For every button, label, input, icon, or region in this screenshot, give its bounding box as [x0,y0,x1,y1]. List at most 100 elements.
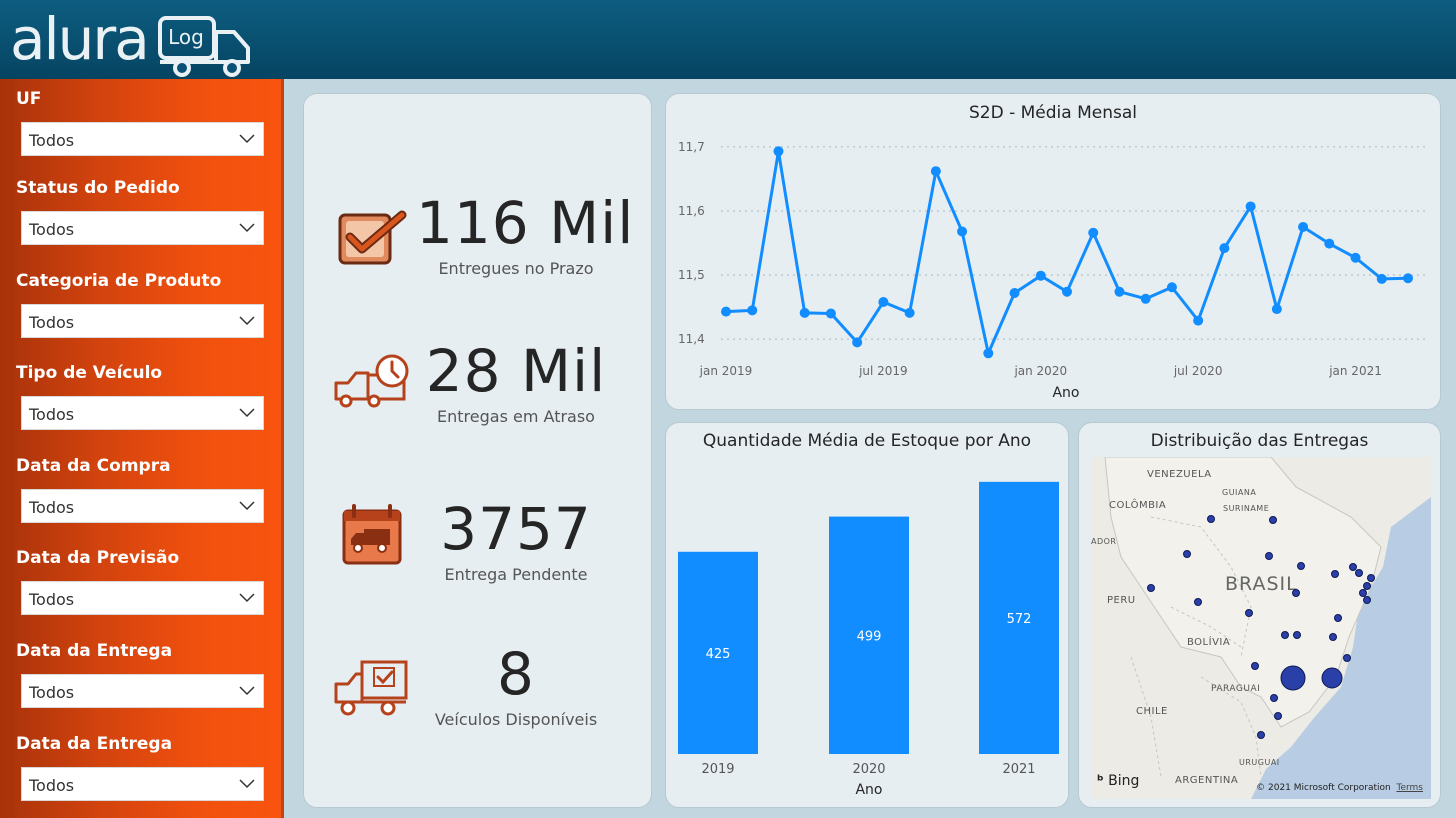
dropdown-value: Todos [29,776,75,795]
data-previsao-dropdown[interactable]: Todos [21,581,264,615]
map-bubble [1281,631,1289,639]
kpi-label: Entregas em Atraso [437,407,595,426]
kpi-value: 116 Mil [416,189,635,257]
series-line [725,149,1409,355]
data-compra-dropdown[interactable]: Todos [21,489,264,523]
x-tick-label: jul 2019 [858,364,908,378]
bing-logo: ᵇ Bing [1097,773,1139,789]
dropdown-value: Todos [29,405,75,424]
filter-label: Data da Previsão [16,548,180,568]
estoque-bar-chart-card[interactable]: Quantidade Média de Estoque por Ano 425 2… [665,422,1069,808]
map-bubble [1367,574,1375,582]
chevron-down-icon [239,686,255,696]
data-point [1114,286,1125,297]
dropdown-value: Todos [29,590,75,609]
map-bubble-large [1280,665,1306,691]
kpi-value: 28 Mil [425,337,607,405]
kpi-label: Entregues no Prazo [438,259,594,278]
data-point [1035,270,1046,281]
filter-label: Categoria de Produto [16,271,222,291]
data-point [878,296,889,307]
checkbox-icon [338,210,407,265]
data-entrega-2-dropdown[interactable]: Todos [21,767,264,801]
line-chart: 11,4 11,5 11,6 11,7 jan 2019 jul 2019 jan 2020… [678,140,1426,401]
data-point [1376,273,1387,284]
x-tick-label: jul 2020 [1173,364,1223,378]
x-tick-label: jan 2019 [699,364,753,378]
copyright-text: © 2021 Microsoft Corporation [1256,783,1391,793]
map-bubble [1297,562,1305,570]
s2d-line-chart-card[interactable]: S2D - Média Mensal 11,4 11,5 11,6 11,7 jan 2… [665,93,1441,410]
filter-label: Data da Entrega [16,641,173,661]
map-bubble [1270,694,1278,702]
y-tick-label: 11,4 [678,332,705,346]
categoria-produto-dropdown[interactable]: Todos [21,304,264,338]
y-tick-label: 11,7 [678,140,705,154]
data-entrega-dropdown[interactable]: Todos [21,674,264,708]
delivery-bubbles [1147,515,1375,739]
map-bubble [1292,589,1300,597]
map-bubble [1349,563,1357,571]
data-point [1166,282,1177,293]
chevron-down-icon [239,408,255,418]
map-bubble [1245,609,1253,617]
map-bubble [1355,569,1363,577]
filter-label: Status do Pedido [16,178,180,198]
data-point [799,307,810,318]
x-tick-label: 2019 [701,762,734,777]
map-bubble [1194,598,1202,606]
terms-link[interactable]: Terms [1396,783,1423,793]
status-pedido-dropdown[interactable]: Todos [21,211,264,245]
logo-text: alura [10,5,150,73]
data-point [957,226,968,237]
dropdown-value: Todos [29,220,75,239]
bar-chart: 425 2019 499 2020 572 2021 Ano [678,481,1059,798]
map-bubble [1293,631,1301,639]
data-point [1245,201,1256,212]
x-tick-label: 2020 [852,762,885,777]
uf-dropdown[interactable]: Todos [21,122,264,156]
map-bubble [1331,570,1339,578]
bing-b-icon: ᵇ [1097,773,1104,789]
x-tick-label: jan 2020 [1013,364,1067,378]
x-tick-label: jan 2021 [1328,364,1382,378]
filter-label: Data da Entrega [16,734,173,754]
alura-log-logo: alura Log [10,4,250,77]
chevron-down-icon [239,593,255,603]
data-point [983,348,994,359]
x-axis-label: Ano [855,782,882,798]
data-point [1324,238,1335,249]
data-point [1062,286,1072,297]
kpi-value: 8 [497,640,535,708]
y-tick-label: 11,5 [678,268,705,282]
map-bubble [1363,596,1371,604]
chevron-down-icon [239,223,255,233]
map-bubble [1334,614,1342,622]
logo-badge: Log [168,25,204,49]
y-tick-label: 11,6 [678,204,705,218]
map-bubble [1257,731,1265,739]
x-tick-label: 2021 [1002,762,1035,777]
data-point [1088,227,1099,238]
late-truck-icon [334,354,409,408]
data-point [1009,288,1020,299]
bar-data-label: 499 [857,629,882,644]
map-bubble [1274,712,1282,720]
data-point [1193,315,1204,326]
map-bubble [1343,654,1351,662]
map-card: Distribuição das Entregas VENEZUELA GUIA… [1078,422,1441,808]
data-point [1140,293,1151,304]
data-point [852,337,863,348]
map-bubble [1147,584,1155,592]
data-point [773,146,784,157]
filter-label: UF [16,89,42,109]
data-point [1271,304,1282,315]
dropdown-value: Todos [29,498,75,517]
data-point [747,305,758,316]
data-point [1350,252,1361,263]
tipo-veiculo-dropdown[interactable]: Todos [21,396,264,430]
map-bubble [1363,582,1371,590]
delivery-map[interactable]: VENEZUELA GUIANA SURINAME COLÔMBIA ADOR … [1091,457,1431,799]
kpi-value: 3757 [440,495,592,563]
dropdown-value: Todos [29,313,75,332]
